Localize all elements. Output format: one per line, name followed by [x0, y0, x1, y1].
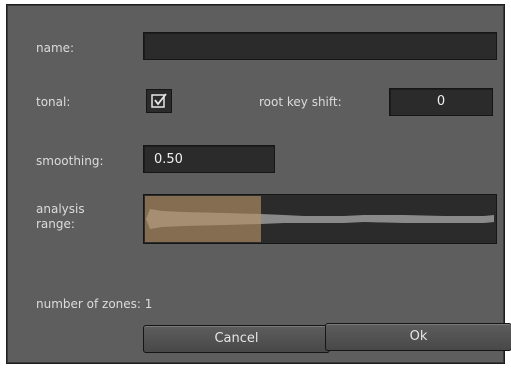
name-field[interactable] [143, 32, 497, 60]
smoothing-value: 0.50 [154, 152, 183, 167]
number-of-zones-text: number of zones: 1 [36, 297, 153, 311]
tonal-label: tonal: [36, 95, 71, 109]
analysis-dialog: name: tonal: root key shift: 0 smoothing… [6, 4, 511, 364]
smoothing-label: smoothing: [36, 154, 104, 168]
analysis-range-waveform[interactable] [143, 194, 497, 244]
tonal-checkbox[interactable] [146, 89, 172, 113]
analysis-selection[interactable] [145, 196, 261, 242]
smoothing-field[interactable]: 0.50 [143, 145, 275, 173]
name-label: name: [36, 41, 75, 55]
cancel-button[interactable]: Cancel [143, 325, 330, 353]
root-key-shift-label: root key shift: [259, 95, 342, 109]
waveform-display [145, 196, 494, 242]
analysis-range-label-line2: range: [36, 217, 75, 231]
root-key-shift-value: 0 [436, 94, 446, 109]
analysis-range-label-line1: analysis [36, 202, 85, 216]
root-key-shift-field[interactable]: 0 [389, 88, 493, 116]
checkmark-icon [151, 93, 167, 108]
ok-button[interactable]: Ok [325, 323, 511, 351]
